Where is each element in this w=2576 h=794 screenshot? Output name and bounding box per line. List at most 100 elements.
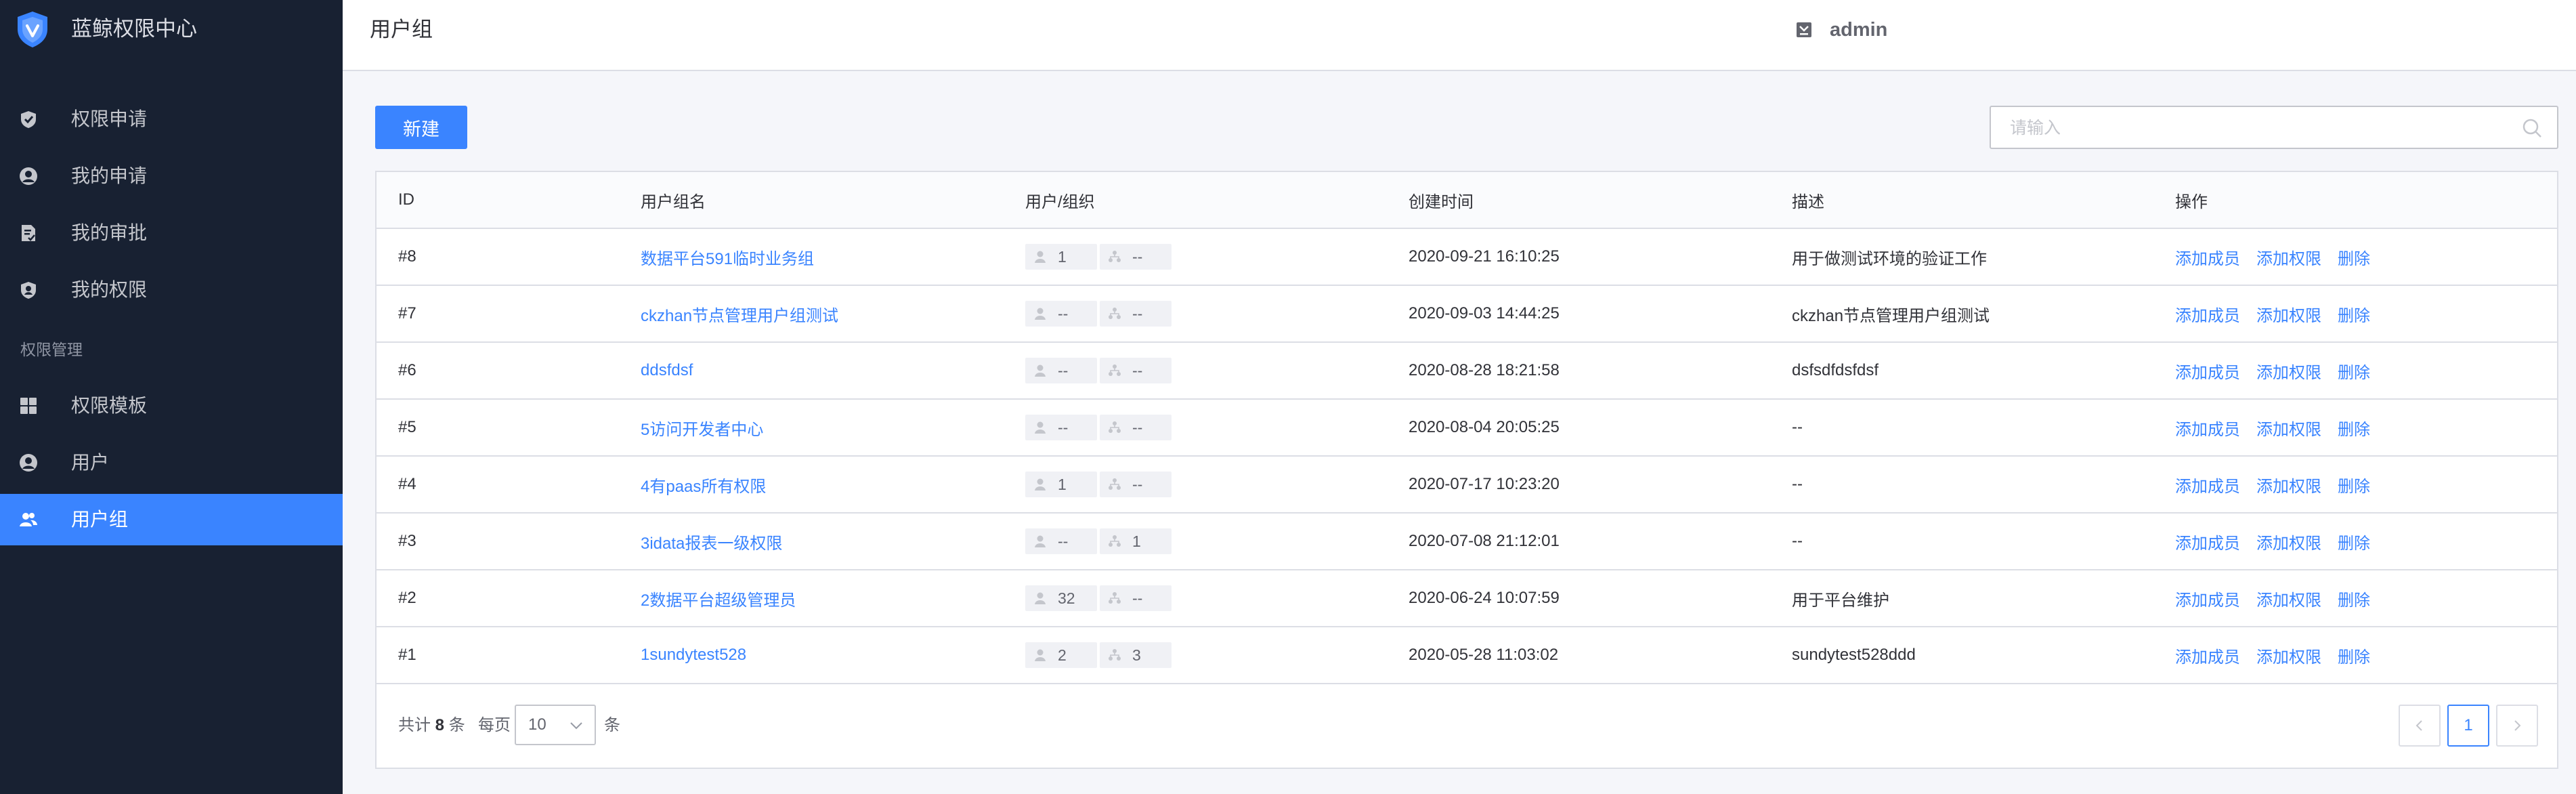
sidebar-item-users[interactable]: 用户 — [0, 437, 343, 488]
cell-members: 32 -- — [1004, 570, 1387, 627]
total-count: 共计 8 条 — [398, 684, 465, 766]
search-input[interactable] — [2009, 107, 2512, 149]
organization-icon — [1109, 535, 1121, 547]
delete-link[interactable]: 删除 — [2338, 648, 2370, 667]
shield-user-icon — [21, 282, 36, 299]
add-permission-link[interactable]: 添加权限 — [2256, 307, 2321, 325]
sidebar-item-user-groups[interactable]: 用户组 — [0, 494, 343, 545]
add-member-link[interactable]: 添加成员 — [2175, 591, 2240, 610]
user-circle-icon — [20, 167, 37, 185]
column-header-description: 描述 — [1770, 172, 2153, 229]
table-header-row: ID 用户组名 用户/组织 创建时间 描述 操作 — [377, 172, 2557, 229]
user-icon — [1035, 251, 1046, 263]
sidebar-item-my-permissions[interactable]: 我的权限 — [0, 264, 343, 316]
app-logo-icon — [18, 12, 47, 47]
sidebar-item-my-approvals[interactable]: 我的审批 — [0, 207, 343, 259]
cell-id: #2 — [377, 570, 619, 627]
user-count: -- — [1058, 362, 1069, 379]
org-count: 1 — [1132, 532, 1141, 550]
total-prefix: 共计 — [398, 716, 431, 734]
add-permission-link[interactable]: 添加权限 — [2256, 250, 2321, 268]
org-count-tag: -- — [1100, 585, 1172, 611]
brand: 蓝鲸权限中心 — [0, 0, 343, 58]
group-name-link[interactable]: ddsfdsf — [641, 361, 693, 379]
group-name-link[interactable]: ckzhan节点管理用户组测试 — [641, 307, 838, 325]
delete-link[interactable]: 删除 — [2338, 478, 2370, 496]
shield-apply-icon — [21, 111, 36, 128]
add-permission-link[interactable]: 添加权限 — [2256, 591, 2321, 610]
header: 用户组 admin — [343, 0, 2576, 71]
add-permission-link[interactable]: 添加权限 — [2256, 478, 2321, 496]
add-member-link[interactable]: 添加成员 — [2175, 535, 2240, 553]
new-button[interactable]: 新建 — [375, 106, 467, 149]
user-count-tag: -- — [1025, 301, 1097, 327]
delete-link[interactable]: 删除 — [2338, 250, 2370, 268]
table-row: #8 数据平台591临时业务组 1 -- 2020-09-21 16:10:25 用于做测… — [377, 228, 2557, 286]
org-count: -- — [1132, 248, 1143, 266]
group-name-link[interactable]: 1sundytest528 — [641, 646, 746, 664]
user-count-tag: 1 — [1025, 472, 1097, 497]
org-count-tag: 1 — [1100, 528, 1172, 554]
username[interactable]: admin — [1830, 0, 1887, 60]
org-count-tag: -- — [1100, 415, 1172, 440]
search-icon[interactable] — [2521, 117, 2543, 139]
user-icon — [1035, 592, 1046, 604]
organization-icon — [1109, 592, 1121, 604]
delete-link[interactable]: 删除 — [2338, 535, 2370, 553]
add-member-link[interactable]: 添加成员 — [2175, 478, 2240, 496]
page-number-current[interactable]: 1 — [2447, 705, 2489, 747]
add-permission-link[interactable]: 添加权限 — [2256, 535, 2321, 553]
group-name-link[interactable]: 5访问开发者中心 — [641, 421, 763, 439]
cell-description: -- — [1770, 399, 2153, 457]
page-size-select[interactable]: 10 — [515, 705, 596, 745]
add-member-link[interactable]: 添加成员 — [2175, 648, 2240, 667]
column-header-name: 用户组名 — [619, 172, 1004, 229]
user-count-tag: -- — [1025, 528, 1097, 554]
group-name-link[interactable]: 4有paas所有权限 — [641, 478, 766, 496]
delete-link[interactable]: 删除 — [2338, 591, 2370, 610]
cell-actions: 添加成员 添加权限 删除 — [2153, 627, 2557, 684]
total-suffix: 条 — [448, 716, 465, 734]
user-group-table: ID 用户组名 用户/组织 创建时间 描述 操作 #8 数据平台591临时业务组 1… — [375, 171, 2558, 769]
add-member-link[interactable]: 添加成员 — [2175, 421, 2240, 439]
user-count: -- — [1058, 305, 1069, 322]
sidebar-item-apply[interactable]: 权限申请 — [0, 93, 343, 145]
user-count: 2 — [1058, 646, 1067, 664]
add-member-link[interactable]: 添加成员 — [2175, 307, 2240, 325]
cell-created: 2020-06-24 10:07:59 — [1387, 570, 1770, 627]
org-count: -- — [1132, 589, 1143, 607]
prev-page-button[interactable] — [2399, 705, 2441, 747]
column-header-actions: 操作 — [2153, 172, 2557, 229]
sidebar-item-my-applications[interactable]: 我的申请 — [0, 150, 343, 202]
group-name-link[interactable]: 3idata报表一级权限 — [641, 535, 782, 553]
add-permission-link[interactable]: 添加权限 — [2256, 364, 2321, 382]
org-count: -- — [1132, 419, 1143, 436]
cell-members: -- 1 — [1004, 513, 1387, 570]
cell-actions: 添加成员 添加权限 删除 — [2153, 570, 2557, 627]
cell-description: sundytest528ddd — [1770, 627, 2153, 684]
sidebar-item-templates[interactable]: 权限模板 — [0, 380, 343, 432]
cell-actions: 添加成员 添加权限 删除 — [2153, 456, 2557, 514]
add-member-link[interactable]: 添加成员 — [2175, 250, 2240, 268]
sidebar-item-label: 用户 — [71, 452, 110, 473]
cell-description: 用于做测试环境的验证工作 — [1770, 228, 2153, 286]
add-permission-link[interactable]: 添加权限 — [2256, 421, 2321, 439]
chevron-down-icon — [570, 722, 582, 730]
delete-link[interactable]: 删除 — [2338, 364, 2370, 382]
add-permission-link[interactable]: 添加权限 — [2256, 648, 2321, 667]
delete-link[interactable]: 删除 — [2338, 307, 2370, 325]
group-name-link[interactable]: 2数据平台超级管理员 — [641, 591, 796, 610]
organization-icon — [1109, 364, 1121, 376]
sidebar-item-label: 用户组 — [71, 509, 129, 530]
delete-link[interactable]: 删除 — [2338, 421, 2370, 439]
total-value: 8 — [435, 716, 445, 734]
add-member-link[interactable]: 添加成员 — [2175, 364, 2240, 382]
group-name-link[interactable]: 数据平台591临时业务组 — [641, 250, 814, 268]
org-count-tag: -- — [1100, 472, 1172, 497]
cell-id: #4 — [377, 456, 619, 514]
next-page-button[interactable] — [2496, 705, 2538, 747]
user-count-tag: -- — [1025, 415, 1097, 440]
org-count: -- — [1132, 305, 1143, 322]
user-badge-icon[interactable] — [1795, 20, 1813, 39]
sidebar-item-label: 我的权限 — [71, 279, 148, 300]
